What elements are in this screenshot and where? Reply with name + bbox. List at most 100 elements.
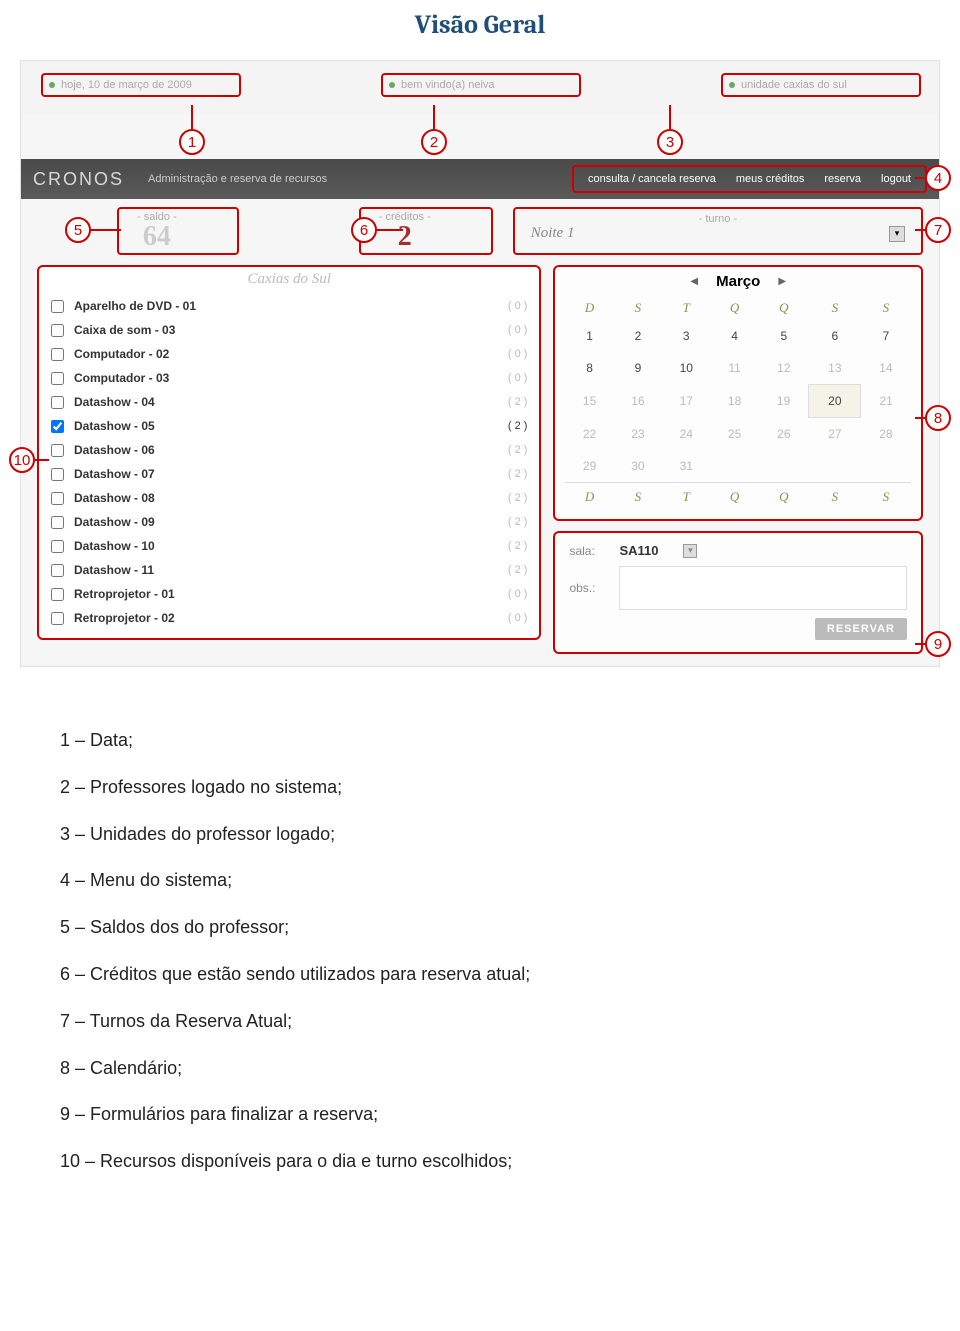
nav-link-reserva[interactable]: reserva xyxy=(814,169,871,189)
calendar-day[interactable]: 22 xyxy=(565,418,613,451)
calendar-day[interactable]: 29 xyxy=(565,450,613,483)
calendar-day xyxy=(861,450,911,483)
legend-item: 4 – Menu do sistema; xyxy=(60,857,900,904)
resource-checkbox[interactable] xyxy=(51,564,64,577)
dropdown-arrow-icon[interactable]: ▾ xyxy=(889,226,905,242)
calendar-day[interactable]: 17 xyxy=(662,385,710,418)
calendar-day[interactable]: 14 xyxy=(861,352,911,385)
calendar-day[interactable]: 21 xyxy=(861,385,911,418)
dropdown-arrow-icon[interactable]: ▾ xyxy=(683,544,697,558)
calendar-day[interactable]: 11 xyxy=(710,352,758,385)
calendar-day[interactable]: 3 xyxy=(662,320,710,352)
legend-item: 5 – Saldos dos do professor; xyxy=(60,904,900,951)
resource-count: ( 0 ) xyxy=(508,300,528,312)
sala-label: sala: xyxy=(569,544,609,558)
calendar-day[interactable]: 10 xyxy=(662,352,710,385)
calendar-dow: T xyxy=(662,296,710,320)
callout-2: 2 xyxy=(421,129,447,155)
nav-link-consulta[interactable]: consulta / cancela reserva xyxy=(578,169,726,189)
calendar-day[interactable]: 31 xyxy=(662,450,710,483)
resource-checkbox[interactable] xyxy=(51,588,64,601)
obs-textarea[interactable] xyxy=(619,566,907,610)
resource-checkbox[interactable] xyxy=(51,468,64,481)
calendar-day[interactable]: 25 xyxy=(710,418,758,451)
calendar-day[interactable]: 7 xyxy=(861,320,911,352)
calendar-day[interactable]: 8 xyxy=(565,352,613,385)
resource-checkbox[interactable] xyxy=(51,300,64,313)
callout-line xyxy=(377,229,403,231)
callout-6: 6 xyxy=(351,217,377,243)
calendar-day[interactable]: 12 xyxy=(759,352,809,385)
resource-checkbox[interactable] xyxy=(51,372,64,385)
sala-select[interactable]: SA110 ▾ xyxy=(619,543,697,558)
resource-checkbox[interactable] xyxy=(51,324,64,337)
calendar-dow: D xyxy=(565,483,613,510)
resource-row: Computador - 03( 0 ) xyxy=(49,366,529,390)
welcome-box: bem vindo(a) neiva xyxy=(381,73,581,97)
calendar-day[interactable]: 20 xyxy=(809,385,861,418)
date-text: hoje, 10 de março de 2009 xyxy=(61,79,192,91)
resource-checkbox[interactable] xyxy=(51,420,64,433)
resource-row: Computador - 02( 0 ) xyxy=(49,342,529,366)
resource-name: Datashow - 11 xyxy=(74,563,508,577)
calendar-day[interactable]: 26 xyxy=(759,418,809,451)
calendar-day[interactable]: 4 xyxy=(710,320,758,352)
calendar-day[interactable]: 28 xyxy=(861,418,911,451)
calendar-day[interactable]: 16 xyxy=(614,385,662,418)
saldo-value: 64 xyxy=(137,223,177,251)
nav-link-logout[interactable]: logout xyxy=(871,169,921,189)
calendar-day[interactable]: 5 xyxy=(759,320,809,352)
resource-count: ( 0 ) xyxy=(508,372,528,384)
turno-select[interactable]: Noite 1 ▾ xyxy=(531,225,905,242)
nav-menu: consulta / cancela reserva meus créditos… xyxy=(572,165,927,193)
calendar-panel: ◀ Março ▶ DSTQQSS 1234567891011121314151… xyxy=(553,265,923,521)
turno-box: - turno - Noite 1 ▾ xyxy=(513,207,923,255)
resources-title: Caxias do Sul xyxy=(49,271,529,288)
resource-name: Retroprojetor - 02 xyxy=(74,611,508,625)
resource-name: Datashow - 04 xyxy=(74,395,508,409)
callout-1: 1 xyxy=(179,129,205,155)
legend-item: 2 – Professores logado no sistema; xyxy=(60,764,900,811)
cal-next-icon[interactable]: ▶ xyxy=(778,276,786,287)
reserve-button[interactable]: RESERVAR xyxy=(815,618,907,640)
calendar-day[interactable]: 18 xyxy=(710,385,758,418)
calendar-dow: D xyxy=(565,296,613,320)
calendar-day xyxy=(759,450,809,483)
calendar-day[interactable]: 6 xyxy=(809,320,861,352)
resource-count: ( 2 ) xyxy=(508,492,528,504)
calendar-day[interactable]: 15 xyxy=(565,385,613,418)
calendar-dow: S xyxy=(809,483,861,510)
calendar-day[interactable]: 13 xyxy=(809,352,861,385)
calendar-dow: Q xyxy=(710,296,758,320)
resource-checkbox[interactable] xyxy=(51,540,64,553)
creditos-value: 2 xyxy=(379,223,431,251)
cal-prev-icon[interactable]: ◀ xyxy=(690,276,698,287)
calendar-day[interactable]: 1 xyxy=(565,320,613,352)
resource-checkbox[interactable] xyxy=(51,396,64,409)
calendar-day[interactable]: 24 xyxy=(662,418,710,451)
reserve-form: sala: SA110 ▾ obs.: RESERVAR xyxy=(553,531,923,654)
calendar-day[interactable]: 9 xyxy=(614,352,662,385)
turno-value: Noite 1 xyxy=(531,225,575,242)
resource-checkbox[interactable] xyxy=(51,444,64,457)
calendar-month: Março xyxy=(716,273,760,290)
resource-checkbox[interactable] xyxy=(51,348,64,361)
resource-row: Retroprojetor - 02( 0 ) xyxy=(49,606,529,630)
creditos-box: - créditos - 2 xyxy=(359,207,493,255)
calendar-day[interactable]: 23 xyxy=(614,418,662,451)
resource-name: Datashow - 08 xyxy=(74,491,508,505)
resource-checkbox[interactable] xyxy=(51,516,64,529)
legend-item: 8 – Calendário; xyxy=(60,1045,900,1092)
resource-checkbox[interactable] xyxy=(51,612,64,625)
nav-link-creditos[interactable]: meus créditos xyxy=(726,169,814,189)
calendar-day[interactable]: 2 xyxy=(614,320,662,352)
resource-row: Datashow - 05( 2 ) xyxy=(49,414,529,438)
resource-checkbox[interactable] xyxy=(51,492,64,505)
calendar-day[interactable]: 27 xyxy=(809,418,861,451)
resource-count: ( 0 ) xyxy=(508,348,528,360)
calendar-day[interactable]: 19 xyxy=(759,385,809,418)
calendar-day[interactable]: 30 xyxy=(614,450,662,483)
legend-item: 7 – Turnos da Reserva Atual; xyxy=(60,998,900,1045)
brand-subtitle: Administração e reserva de recursos xyxy=(148,173,572,185)
calendar-dow: T xyxy=(662,483,710,510)
